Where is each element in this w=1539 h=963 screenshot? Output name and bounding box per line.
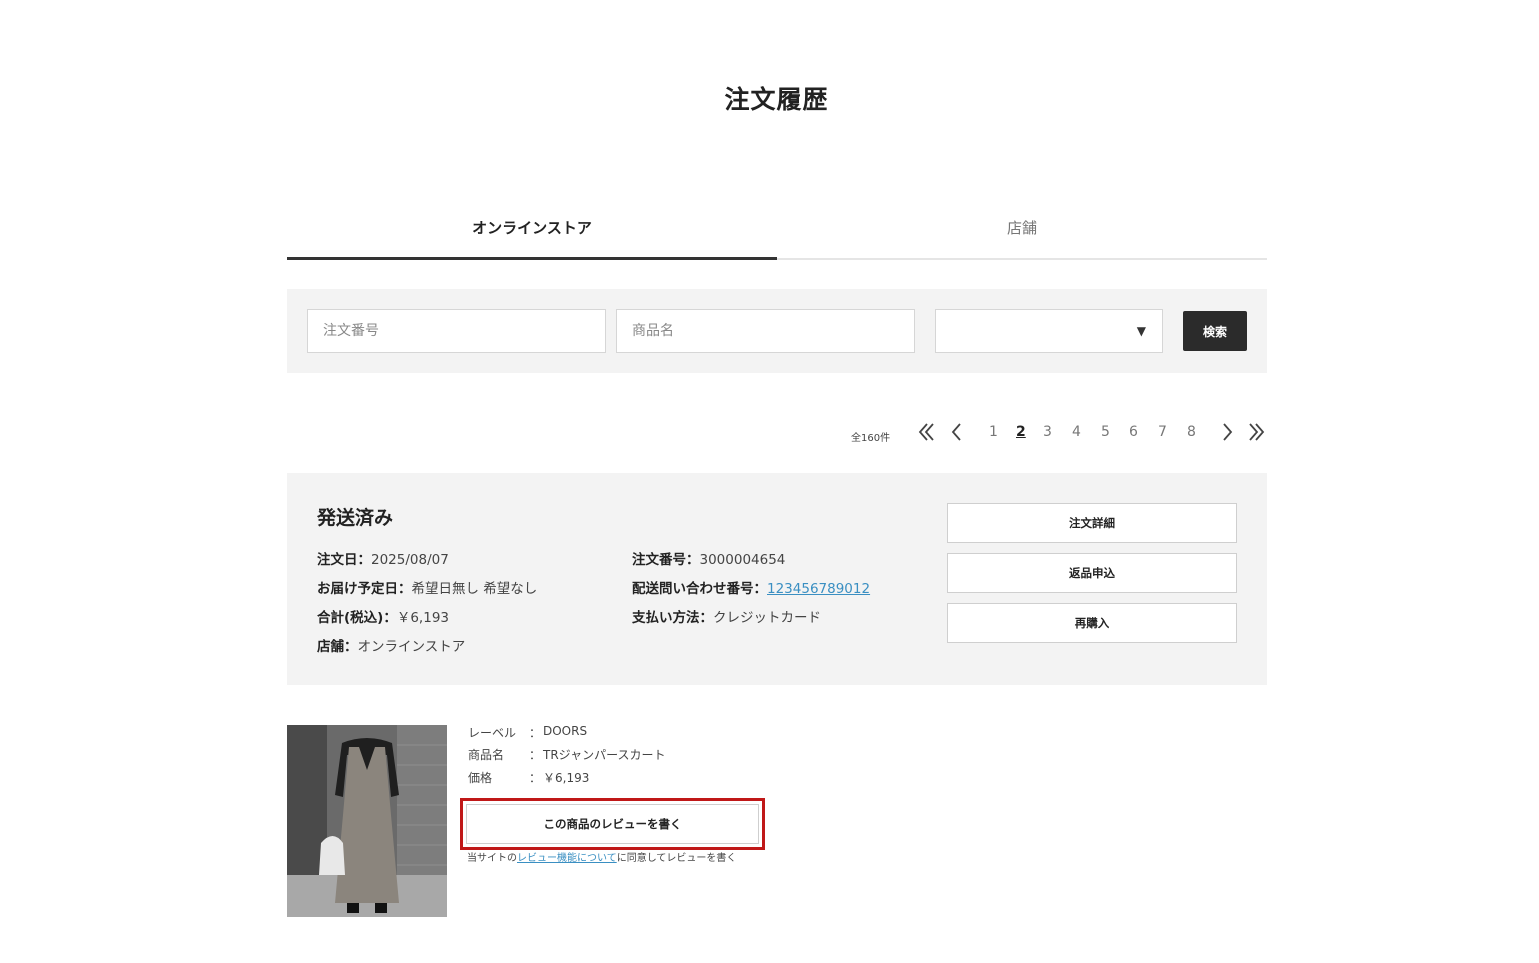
page-6[interactable]: 6	[1129, 424, 1138, 440]
order-number-input[interactable]	[307, 309, 606, 353]
order-number: 注文番号：3000004654	[632, 552, 786, 568]
search-button[interactable]: 検索	[1183, 311, 1247, 351]
product-name-value: TRジャンパースカート	[543, 748, 666, 762]
page-3[interactable]: 3	[1043, 424, 1052, 440]
product-price-key: 価格	[468, 771, 493, 785]
order-status: 発送済み	[317, 507, 394, 529]
review-policy-link[interactable]: レビュー機能について	[517, 853, 617, 864]
product-price-colon: ：	[529, 771, 542, 785]
tab-online-store[interactable]: オンラインストア	[287, 208, 777, 260]
page-5[interactable]: 5	[1101, 424, 1110, 440]
tracking-number-link[interactable]: 123456789012	[767, 581, 870, 597]
delivery-date: お届け予定日：希望日無し 希望なし	[317, 581, 538, 597]
search-bar: ▼ 検索	[287, 289, 1267, 373]
tab-store[interactable]: 店舗	[777, 208, 1267, 258]
review-note: 当サイトのレビュー機能についてに同意してレビューを書く	[467, 853, 737, 864]
product-name-key: 商品名	[468, 748, 505, 762]
pagination: 全160件 1 2 3 4 5 6 7 8	[820, 420, 1270, 448]
product-label-value: DOORS	[543, 724, 588, 738]
page-7[interactable]: 7	[1158, 424, 1167, 440]
page-4[interactable]: 4	[1072, 424, 1081, 440]
triangle-down-icon: ▼	[1136, 324, 1146, 338]
page-2-current[interactable]: 2	[1016, 424, 1026, 440]
order-source-tabs: オンラインストア 店舗	[287, 208, 1267, 260]
product-label-colon: ：	[529, 726, 542, 740]
product-price-value: ￥6,193	[543, 771, 590, 785]
write-review-button[interactable]: この商品のレビューを書く	[466, 804, 759, 844]
order-date: 注文日：2025/08/07	[317, 552, 449, 568]
chevron-left-icon[interactable]	[950, 420, 964, 451]
order-total: 合計(税込)：￥6,193	[317, 610, 449, 626]
product-label-key: レーベル	[468, 726, 517, 740]
page-1[interactable]: 1	[989, 424, 998, 440]
product-name-input[interactable]	[616, 309, 915, 353]
payment-method: 支払い方法：クレジットカード	[632, 610, 821, 626]
page-title: 注文履歴	[724, 85, 829, 114]
product-name-colon: ：	[529, 748, 542, 762]
double-chevron-right-icon[interactable]	[1247, 420, 1265, 451]
total-count: 全160件	[851, 433, 891, 444]
tracking-number: 配送問い合わせ番号：123456789012	[632, 581, 871, 597]
page-8[interactable]: 8	[1187, 424, 1196, 440]
repurchase-button[interactable]: 再購入	[947, 603, 1237, 643]
order-detail-button[interactable]: 注文詳細	[947, 503, 1237, 543]
order-store: 店舗：オンラインストア	[317, 639, 466, 655]
order-card: 発送済み 注文日：2025/08/07 お届け予定日：希望日無し 希望なし 合計…	[287, 473, 1267, 685]
filter-select[interactable]: ▼	[935, 309, 1163, 353]
return-request-button[interactable]: 返品申込	[947, 553, 1237, 593]
chevron-right-icon[interactable]	[1220, 420, 1234, 451]
double-chevron-left-icon[interactable]	[918, 420, 936, 451]
product-image[interactable]	[287, 725, 447, 917]
